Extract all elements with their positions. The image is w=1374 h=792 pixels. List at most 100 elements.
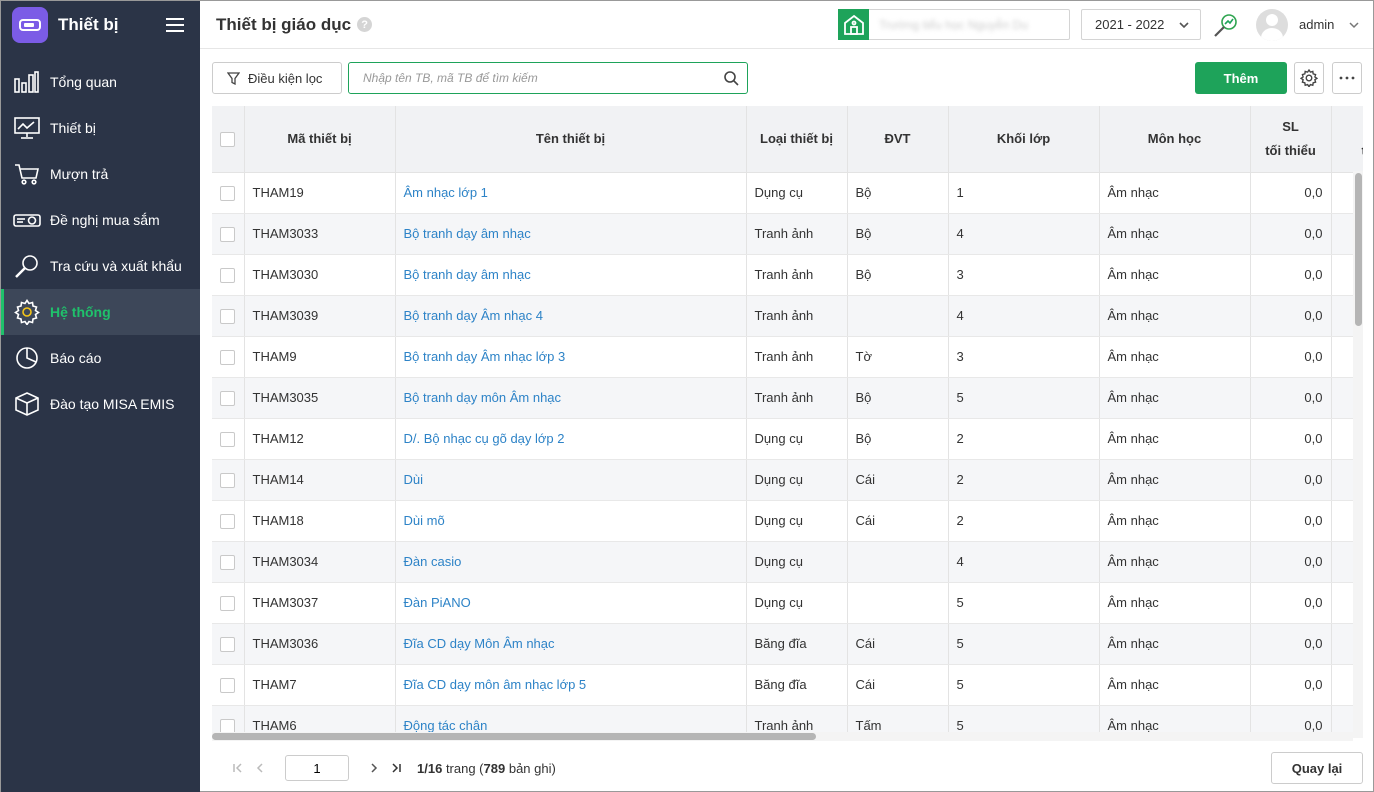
table-row[interactable]: THAM9 Bộ tranh dạy Âm nhạc lớp 3 Tranh ảnh…	[212, 336, 1363, 378]
row-checkbox[interactable]	[220, 226, 236, 242]
column-header-name[interactable]: Tên thiết bị	[395, 106, 747, 173]
horizontal-scrollbar-thumb[interactable]	[212, 733, 816, 740]
column-header-subject[interactable]: Môn học	[1099, 106, 1251, 173]
table-row[interactable]: THAM3033 Bộ tranh dạy âm nhạc Tranh ảnh Bộ 4…	[212, 213, 1363, 255]
sidebar-item-reports[interactable]: Báo cáo	[1, 335, 200, 381]
table-row[interactable]: THAM3039 Bộ tranh dạy Âm nhạc 4 Tranh ảnh 4…	[212, 295, 1363, 337]
row-checkbox-cell[interactable]	[212, 500, 245, 542]
table-row[interactable]: THAM3035 Bộ tranh dạy môn Âm nhạc Tranh ản…	[212, 377, 1363, 419]
row-checkbox-cell[interactable]	[212, 336, 245, 378]
cell-name-link[interactable]: Bộ tranh dạy âm nhạc	[395, 213, 747, 255]
vertical-scrollbar-thumb[interactable]	[1355, 173, 1362, 326]
column-header-unit[interactable]: ĐVT	[847, 106, 949, 173]
chevron-down-icon[interactable]	[1348, 19, 1360, 31]
row-checkbox-cell[interactable]	[212, 295, 245, 337]
row-checkbox[interactable]	[220, 267, 236, 283]
table-row[interactable]: THAM3037 Đàn PiANO Dụng cụ 5 Âm nhạc 0,0	[212, 582, 1363, 624]
select-all-checkbox-cell[interactable]	[212, 106, 245, 173]
help-icon[interactable]: ?	[357, 17, 373, 32]
sidebar-item-devices[interactable]: Thiết bị	[1, 105, 200, 151]
row-checkbox[interactable]	[220, 349, 236, 365]
row-checkbox-cell[interactable]	[212, 582, 245, 624]
cell-name-link[interactable]: Bộ tranh dạy âm nhạc	[395, 254, 747, 296]
filter-button[interactable]: Điều kiện lọc	[212, 62, 342, 94]
column-header-min-qty[interactable]: SL tối thiểu	[1250, 106, 1332, 173]
cell-name-link[interactable]: Dùi mõ	[395, 500, 747, 542]
cell-code: THAM9	[244, 336, 396, 378]
equipment-table: Mã thiết bị Tên thiết bị Loại thiết bị Đ…	[212, 106, 1363, 738]
cell-type: Băng đĩa	[746, 664, 848, 706]
row-checkbox[interactable]	[220, 472, 236, 488]
row-checkbox[interactable]	[220, 595, 236, 611]
search-icon[interactable]	[723, 70, 739, 86]
row-checkbox[interactable]	[220, 308, 236, 324]
cell-name-link[interactable]: Dùi	[395, 459, 747, 501]
column-header-extra[interactable]: Ttự	[1331, 106, 1363, 173]
search-box[interactable]	[348, 62, 748, 94]
cell-name-link[interactable]: Đĩa CD dạy môn âm nhạc lớp 5	[395, 664, 747, 706]
sidebar-item-purchase[interactable]: Đề nghị mua sắm	[1, 197, 200, 243]
cell-name-link[interactable]: Bộ tranh dạy môn Âm nhạc	[395, 377, 747, 419]
horizontal-scrollbar[interactable]	[212, 732, 1353, 741]
vertical-scrollbar[interactable]	[1353, 171, 1363, 738]
cell-name-link[interactable]: Bộ tranh dạy Âm nhạc lớp 3	[395, 336, 747, 378]
prev-page-button[interactable]	[249, 755, 271, 781]
table-row[interactable]: THAM14 Dùi Dụng cụ Cái 2 Âm nhạc 0,0	[212, 459, 1363, 501]
last-page-button[interactable]	[385, 755, 407, 781]
row-checkbox[interactable]	[220, 554, 236, 570]
column-header-code[interactable]: Mã thiết bị	[244, 106, 396, 173]
row-checkbox-cell[interactable]	[212, 664, 245, 706]
row-checkbox-cell[interactable]	[212, 459, 245, 501]
back-button[interactable]: Quay lại	[1271, 752, 1363, 784]
table-row[interactable]: THAM12 D/. Bộ nhạc cụ gõ dạy lớp 2 Dụng cụ…	[212, 418, 1363, 460]
cell-name-link[interactable]: Đàn PiANO	[395, 582, 747, 624]
column-header-type[interactable]: Loại thiết bị	[746, 106, 848, 173]
avatar[interactable]	[1256, 9, 1288, 41]
table-row[interactable]: THAM7 Đĩa CD dạy môn âm nhạc lớp 5 Băng đĩ…	[212, 664, 1363, 706]
cell-name-link[interactable]: Đĩa CD dạy Môn Âm nhạc	[395, 623, 747, 665]
row-checkbox-cell[interactable]	[212, 377, 245, 419]
more-options-button[interactable]	[1332, 62, 1362, 94]
next-page-button[interactable]	[363, 755, 385, 781]
sidebar-item-borrow[interactable]: Mượn trả	[1, 151, 200, 197]
row-checkbox-cell[interactable]	[212, 254, 245, 296]
search-chart-icon[interactable]	[1213, 12, 1239, 38]
table-row[interactable]: THAM3034 Đàn casio Dụng cụ 4 Âm nhạc 0,0	[212, 541, 1363, 583]
select-all-checkbox[interactable]	[220, 131, 236, 147]
cell-name-link[interactable]: D/. Bộ nhạc cụ gõ dạy lớp 2	[395, 418, 747, 460]
search-input[interactable]	[349, 64, 723, 92]
cell-name-link[interactable]: Âm nhạc lớp 1	[395, 172, 747, 214]
sidebar-item-training[interactable]: Đào tạo MISA EMIS	[1, 381, 200, 427]
year-select[interactable]: 2021 - 2022	[1081, 9, 1201, 40]
row-checkbox-cell[interactable]	[212, 541, 245, 583]
row-checkbox[interactable]	[220, 636, 236, 652]
row-checkbox[interactable]	[220, 677, 236, 693]
table-row[interactable]: THAM3036 Đĩa CD dạy Môn Âm nhạc Băng đĩa Cá…	[212, 623, 1363, 665]
table-row[interactable]: THAM18 Dùi mõ Dụng cụ Cái 2 Âm nhạc 0,0	[212, 500, 1363, 542]
sidebar-item-system[interactable]: Hệ thống	[1, 289, 200, 335]
column-header-grade[interactable]: Khối lớp	[948, 106, 1100, 173]
row-checkbox-cell[interactable]	[212, 172, 245, 214]
table-row[interactable]: THAM3030 Bộ tranh dạy âm nhạc Tranh ảnh Bộ 3…	[212, 254, 1363, 296]
row-checkbox-cell[interactable]	[212, 213, 245, 255]
cell-name-link[interactable]: Bộ tranh dạy Âm nhạc 4	[395, 295, 747, 337]
row-checkbox-cell[interactable]	[212, 418, 245, 460]
cell-min-qty: 0,0	[1250, 418, 1332, 460]
row-checkbox-cell[interactable]	[212, 623, 245, 665]
row-checkbox[interactable]	[220, 513, 236, 529]
row-checkbox[interactable]	[220, 390, 236, 406]
sidebar-item-overview[interactable]: Tổng quan	[1, 59, 200, 105]
row-checkbox[interactable]	[220, 185, 236, 201]
page-number-input[interactable]	[285, 755, 349, 781]
menu-toggle-icon[interactable]	[166, 18, 184, 32]
settings-button[interactable]	[1294, 62, 1324, 94]
username[interactable]: admin	[1299, 17, 1334, 32]
table-row[interactable]: THAM19 Âm nhạc lớp 1 Dụng cụ Bộ 1 Âm nhạc 0,0	[212, 172, 1363, 214]
sidebar-item-lookup[interactable]: Tra cứu và xuất khẩu	[1, 243, 200, 289]
first-page-button[interactable]	[227, 755, 249, 781]
school-selector[interactable]: Trường tiểu học Nguyễn Du	[838, 9, 1070, 40]
cell-name-link[interactable]: Đàn casio	[395, 541, 747, 583]
row-checkbox[interactable]	[220, 431, 236, 447]
add-button[interactable]: Thêm	[1195, 62, 1287, 94]
cell-grade: 5	[948, 623, 1100, 665]
